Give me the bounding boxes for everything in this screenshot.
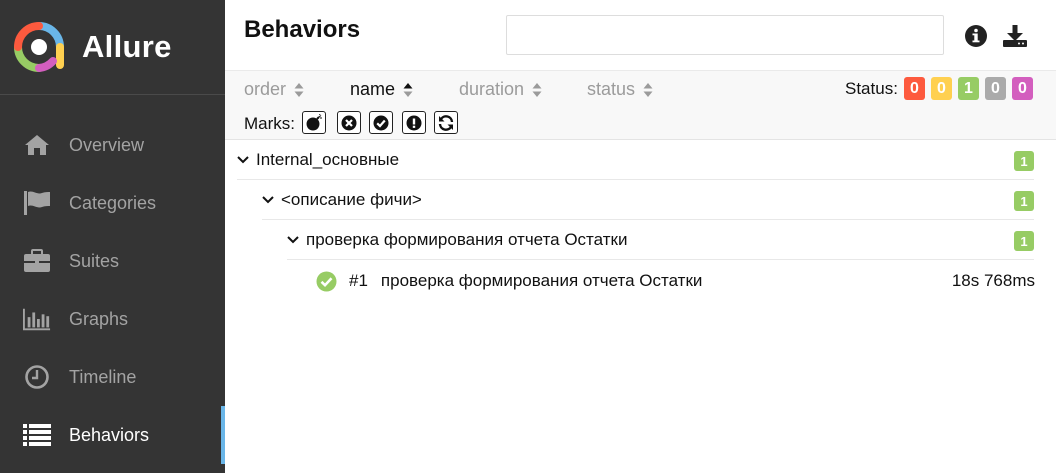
sidebar-item-label: Graphs [69,308,129,329]
marks-label: Marks: [244,114,295,133]
tree-group-row[interactable]: <описание фичи> 1 [262,180,1034,220]
chevron-down-icon [287,235,299,243]
sort-icon [643,82,653,97]
sort-icon [403,82,413,97]
sidebar-item-overview[interactable]: Overview [0,116,225,174]
sidebar: Allure Overview Categories Suites Graphs [0,0,225,473]
status-broken-badge[interactable]: 0 [931,77,952,100]
mark-new-broken-button[interactable] [402,111,426,134]
exclamation-circle-icon [406,115,422,130]
home-icon [23,131,51,159]
sort-duration[interactable]: duration [459,79,542,100]
sidebar-item-label: Suites [69,250,120,271]
sort-label: duration [459,79,525,99]
sidebar-item-label: Overview [69,134,145,155]
status-unknown-badge[interactable]: 0 [1012,77,1033,100]
sidebar-item-suites[interactable]: Suites [0,232,225,290]
sidebar-item-label: Behaviors [69,424,150,445]
sidebar-item-label: Timeline [69,366,137,387]
brand-name: Allure [82,29,172,64]
tree-group-name: Internal_основные [256,149,400,169]
sidebar-item-label: Categories [69,192,157,213]
tree-group-name: <описание фичи> [281,189,422,209]
refresh-icon [438,114,454,131]
briefcase-icon [23,247,51,275]
sidebar-item-behaviors[interactable]: Behaviors [0,406,225,464]
bomb-icon [306,113,322,130]
sort-label: name [350,79,396,99]
status-passed-badge[interactable]: 1 [958,77,979,100]
download-icon[interactable] [1002,23,1028,49]
sort-label: status [587,79,636,99]
times-circle-icon [341,115,357,130]
allure-logo-icon [14,22,64,72]
sidebar-item-categories[interactable]: Categories [0,174,225,232]
main-pane: Behaviors order name duration status Sta… [225,0,1056,473]
tree-group-row[interactable]: проверка формирования отчета Остатки 1 [287,220,1034,260]
sort-label: order [244,79,287,99]
page-title: Behaviors [244,16,361,43]
status-failed-badge[interactable]: 0 [904,77,925,100]
flag-icon [23,189,51,217]
sidebar-item-graphs[interactable]: Graphs [0,290,225,348]
test-number: #1 [349,271,368,290]
list-icon [23,421,51,449]
chevron-down-icon [237,155,249,163]
header: Behaviors [225,0,1056,70]
sort-status[interactable]: status [587,79,653,100]
bar-chart-icon [23,305,51,333]
mark-new-failed-button[interactable] [337,111,361,134]
test-duration: 18s 768ms [951,271,1035,290]
group-count-badge: 1 [1014,231,1034,251]
test-name: проверка формирования отчета Остатки [380,271,703,290]
test-case-row[interactable]: #1 проверка формирования отчета Остатки … [316,261,1056,301]
sort-order[interactable]: order [244,79,304,100]
mark-flaky-button[interactable] [302,111,326,134]
sort-icon [294,82,304,97]
info-icon[interactable] [963,23,989,49]
mark-new-passed-button[interactable] [369,111,393,134]
status-filter-label: Status: [845,79,898,98]
tree-group-name: проверка формирования отчета Остатки [306,229,628,249]
group-count-badge: 1 [1014,191,1034,211]
chevron-down-icon [262,195,274,203]
sidebar-item-timeline[interactable]: Timeline [0,348,225,406]
clock-icon [23,363,51,391]
tree-group-row[interactable]: Internal_основные 1 [237,140,1034,180]
mark-retries-button[interactable] [434,111,458,134]
toolbar: order name duration status Status: 0 0 1… [225,70,1056,140]
brand[interactable]: Allure [0,0,225,95]
sort-name[interactable]: name [350,79,413,100]
search-input[interactable] [506,15,944,55]
status-skipped-badge[interactable]: 0 [985,77,1006,100]
sort-icon [532,82,542,97]
allure-report: Allure Overview Categories Suites Graphs [0,0,1056,473]
group-count-badge: 1 [1014,151,1034,171]
check-circle-icon [316,271,337,291]
check-circle-icon [373,115,389,130]
